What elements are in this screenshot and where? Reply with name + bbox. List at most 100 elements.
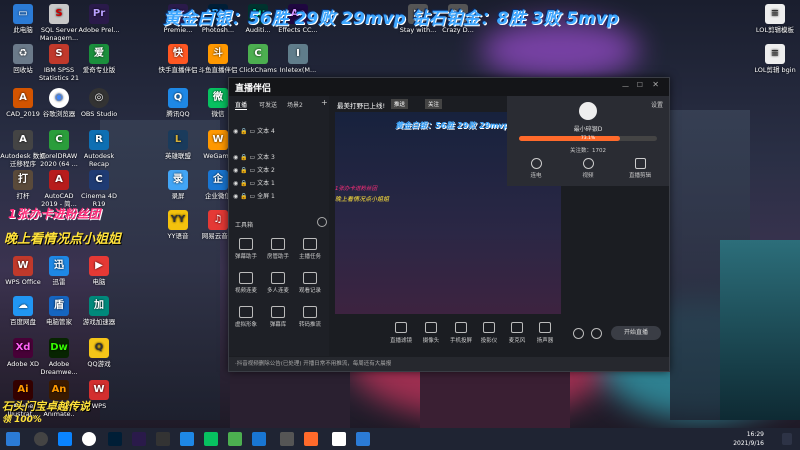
yy-icon: YY [168,210,188,230]
tool-records[interactable]: 观看记录 [295,272,325,294]
settings-link[interactable]: 设置 [651,100,663,109]
follow-tag[interactable]: 关注 [425,99,443,109]
desktop-icon[interactable]: ◎ OBS Studio [76,88,122,118]
settings-icon[interactable] [317,217,327,227]
projector-button[interactable]: 投影仪 [475,322,503,344]
close-icon[interactable]: ✕ [652,80,659,89]
notification-icon[interactable] [782,433,792,445]
left-panel: 直播 可发送 场景2 + ◉ 🔒 ▭ 文本 4 ◉ 🔒 ▭ 文本 3 ◉ 🔒 ▭… [229,96,329,356]
app-icon[interactable] [228,432,242,446]
desktop-icon[interactable]: C Cinema 4D R19 [76,170,122,208]
link-button[interactable]: 连电 [521,158,551,179]
folder-icon[interactable] [280,432,294,446]
wecom-icon: 企 [208,170,228,190]
tab-live[interactable]: 直播 [235,100,248,110]
phone-icon [455,322,467,333]
illustrator-icon: Ai [13,380,33,400]
chrome-icon[interactable] [82,432,96,446]
progress-label: 73.1% [580,136,596,141]
thunder-icon: 迅 [49,256,69,276]
microphone-icon [511,322,523,333]
desktop-icon[interactable]: 爱爱奇专业版 [76,44,122,74]
scene-item[interactable]: ◉ 🔒 ▭ 文本 2 [233,165,325,176]
record-icon[interactable] [573,328,584,339]
edge-icon[interactable] [58,432,72,446]
scene-item[interactable]: ◉ 🔒 ▭ 文本 3 [233,152,325,163]
wechat-icon[interactable] [204,432,218,446]
scene-item[interactable]: ◉ 🔒 ▭ 文本 1 [233,178,325,189]
tab-scene2[interactable]: 场景2 [287,100,303,109]
windows-start-icon[interactable] [6,432,20,446]
user-icon [271,238,285,250]
app-icon[interactable] [356,432,370,446]
tool-room-manager[interactable]: 房管助手 [263,238,293,260]
tool-video-link[interactable]: 视频连麦 [231,272,261,294]
document-icon: ≡ [765,44,785,64]
desktop-icon[interactable]: 加游戏加速器 [76,296,122,326]
filter-button[interactable]: 直播滤镜 [387,322,415,344]
scene-item[interactable]: ◉ 🔒 ▭ 全屏 1 [233,191,325,202]
desktop-icon[interactable]: ≡ LOL剪辑模板 [752,4,798,34]
app-icon[interactable] [252,432,266,446]
library-icon [271,306,285,318]
desktop-icon[interactable]: Pr Adobe Prel... [76,4,122,34]
push-tag[interactable]: 推送 [391,99,409,109]
search-icon[interactable] [34,432,48,446]
tool-danmaku-lib[interactable]: 弹幕库 [263,306,293,328]
projector-icon [483,322,495,333]
recap-icon: R [89,130,109,150]
settings-icon[interactable] [591,328,602,339]
tab-sendable[interactable]: 可发送 [259,100,277,109]
history-icon [303,272,317,284]
game-accelerator-icon: 加 [89,296,109,316]
desktop-icon[interactable]: ≡ LOL剪辑 bgin [752,44,798,74]
streaming-app-icon[interactable] [304,432,318,446]
add-scene-button[interactable]: + [321,98,328,107]
tool-tasks[interactable]: 主播任务 [295,238,325,260]
clip-button[interactable]: 直播剪辑 [623,158,657,179]
wechat-icon: 微 [208,88,228,108]
filter-icon [395,322,407,333]
lol-icon: L [168,130,188,150]
autodesk-icon: A [13,130,33,150]
desktop-icon[interactable]: I Inletex(M... [275,44,321,74]
maximize-icon[interactable]: ☐ [637,81,643,89]
adobe-xd-icon: Xd [13,338,33,358]
title-bar: 直播伴侣 — ☐ ✕ [229,78,669,96]
scene-item[interactable]: ◉ 🔒 ▭ 文本 4 [233,126,325,137]
capcut-icon[interactable] [156,432,170,446]
qq-icon[interactable] [180,432,194,446]
avatar[interactable] [579,102,597,120]
photoshop-icon[interactable] [108,432,122,446]
camera-icon [425,322,437,333]
speaker-button[interactable]: 扬声器 [531,322,559,344]
tool-transcode[interactable]: 转码推流 [295,306,325,328]
screen-record-icon: 录 [168,170,188,190]
phone-cast-button[interactable]: 手机投屏 [447,322,475,344]
recycle-bin-icon: ♻ [13,44,33,64]
right-panel: 设置 最小碎银D 73.1% 关注数：1702 连电 视频 直播剪辑 [507,96,669,186]
streamer-name: 最小碎银D [573,126,603,133]
microphone-button[interactable]: 麦克风 [503,322,531,344]
minimize-icon[interactable]: — [622,82,629,90]
qq-icon: Q [168,88,188,108]
netease-music-icon: ♫ [208,210,228,230]
tool-avatar[interactable]: 虚拟形象 [231,306,261,328]
avatar-icon [239,306,253,318]
camera-button[interactable]: 摄像头 [417,322,445,344]
desktop-icon[interactable]: ▶ 电脑 [76,256,122,286]
kuaishou-icon: 快 [168,44,188,64]
app-icon: C [248,44,268,64]
cad-icon: A [13,88,33,108]
streaming-app-window: 直播伴侣 — ☐ ✕ 直播 可发送 场景2 + ◉ 🔒 ▭ 文本 4 ◉ 🔒 ▭… [228,77,670,372]
system-clock[interactable]: 16:29 2021/9/16 [733,430,764,448]
desktop-icon[interactable]: R Autodesk Recap [76,130,122,168]
premiere-icon[interactable] [132,432,146,446]
tool-multi-link[interactable]: 多人连麦 [263,272,293,294]
desktop-icon[interactable]: Q QQ游戏 [76,338,122,368]
tiktok-icon[interactable] [332,432,346,446]
tool-danmaku[interactable]: 弹幕助手 [231,238,261,260]
video-button[interactable]: 视频 [573,158,603,179]
wps-icon: W [89,380,109,400]
start-live-button[interactable]: 开始直播 [611,326,661,340]
